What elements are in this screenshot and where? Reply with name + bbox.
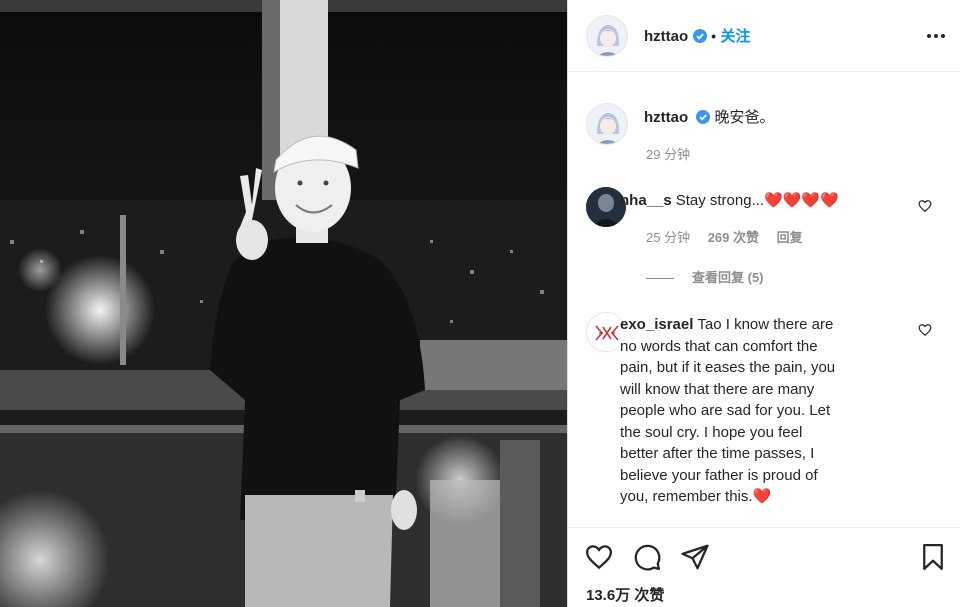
photo-scene bbox=[0, 0, 567, 607]
verified-badge-icon bbox=[692, 29, 707, 48]
heart-outline-icon[interactable] bbox=[918, 199, 932, 213]
author-username[interactable]: hzttao bbox=[644, 28, 688, 45]
author-avatar[interactable] bbox=[586, 15, 628, 57]
view-replies-button[interactable]: 查看回复 (5) bbox=[646, 267, 764, 286]
more-dots-icon[interactable] bbox=[926, 26, 946, 46]
comment-username[interactable]: nha__s bbox=[620, 192, 672, 209]
comment-text-line: believe your father is proud of bbox=[620, 466, 818, 484]
replies-divider-line bbox=[646, 278, 674, 280]
comment-text-line: the soul cry. I hope you feel bbox=[620, 423, 803, 441]
caption-text: 晚安爸。 bbox=[714, 109, 775, 126]
post-side-panel: hzttao • 关注 hzttao 晚安爸。 29 分钟 nha__s Sta… bbox=[568, 0, 960, 607]
comment-text-line: pain, but if it eases the pain, you bbox=[620, 359, 836, 376]
comment-text-line: people who are sad for you. Let bbox=[620, 402, 831, 419]
bookmark-icon[interactable] bbox=[918, 542, 948, 572]
view-replies-label: 查看回复 (5) bbox=[692, 270, 764, 285]
follow-button[interactable]: 关注 bbox=[720, 28, 750, 45]
comment-likes[interactable]: 269 次赞 bbox=[708, 230, 759, 245]
comment: exo_israel Tao I know there are no words … bbox=[620, 314, 910, 508]
comment-text-line: better after the time passes, I bbox=[620, 445, 815, 462]
comment-text: Stay strong...❤️❤️❤️❤️ bbox=[675, 192, 839, 209]
heart-outline-icon[interactable] bbox=[918, 323, 932, 337]
caption: hzttao 晚安爸。 bbox=[644, 107, 775, 131]
post-header: hzttao • 关注 bbox=[568, 0, 960, 72]
heart-outline-icon[interactable] bbox=[584, 542, 614, 572]
comment-text-line: no words that can comfort the bbox=[620, 337, 818, 355]
verified-badge-icon bbox=[696, 109, 711, 131]
comment-bubble-icon[interactable] bbox=[632, 542, 662, 572]
like-count[interactable]: 13.6万 次赞 bbox=[586, 584, 664, 605]
reply-button[interactable]: 回复 bbox=[777, 230, 803, 245]
anime-avatar-icon bbox=[587, 16, 627, 56]
comment-text-line: you, remember this.❤️ bbox=[620, 488, 772, 505]
comment-username[interactable]: exo_israel bbox=[620, 316, 693, 333]
separator-dot: • bbox=[711, 28, 716, 44]
caption-username[interactable]: hzttao bbox=[644, 109, 688, 126]
header-author-line: hzttao • 关注 bbox=[644, 25, 750, 45]
comment-text-line: will know that there are many bbox=[620, 380, 815, 398]
comment-meta: 25 分钟 269 次赞 回复 bbox=[646, 227, 803, 246]
comment: nha__s Stay strong...❤️❤️❤️❤️ bbox=[620, 190, 839, 212]
caption-time[interactable]: 29 分钟 bbox=[646, 144, 690, 163]
anime-avatar-icon bbox=[587, 104, 627, 144]
paper-plane-icon[interactable] bbox=[680, 542, 710, 572]
post-actions-bar: 13.6万 次赞 bbox=[568, 527, 960, 607]
post-photo[interactable] bbox=[0, 0, 567, 607]
caption-avatar[interactable] bbox=[586, 103, 628, 145]
comment-time[interactable]: 25 分钟 bbox=[646, 230, 690, 245]
comment-text-line: Tao I know there are bbox=[697, 316, 834, 333]
